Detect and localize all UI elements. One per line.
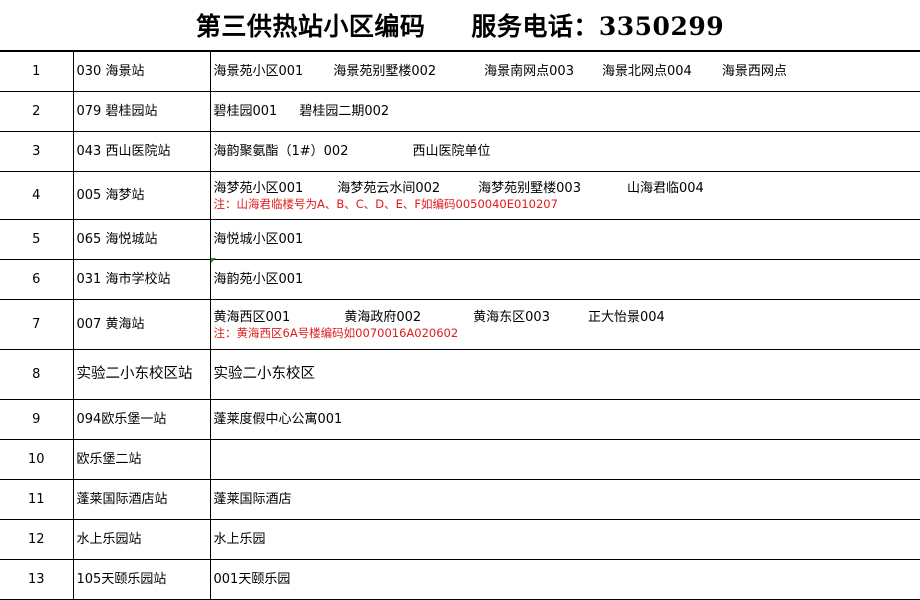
table-row: 6 031 海市学校站 海韵苑小区001: [0, 259, 920, 300]
row-number-cell[interactable]: 1: [0, 51, 74, 92]
table-row: 2 079 碧桂园站 碧桂园001 碧桂园二期002: [0, 91, 920, 132]
area-code-item: 碧桂园001: [213, 104, 278, 119]
area-list: 001天颐乐园: [214, 571, 918, 588]
area-code-item: 黄海东区003: [473, 310, 550, 325]
table-row: 4 005 海梦站 海梦苑小区001 海梦苑云水间002 海梦苑别墅楼003 山海君临00…: [0, 171, 920, 220]
area-list: 蓬莱度假中心公寓001: [214, 411, 918, 428]
row-number-cell[interactable]: 6: [0, 259, 74, 300]
area-code-item: 西山医院单位: [412, 144, 491, 159]
station-cell[interactable]: 105天颐乐园站: [72, 559, 211, 600]
area-list: 黄海西区001 黄海政府002 黄海东区003 正大怡景004: [214, 309, 918, 326]
station-cell[interactable]: 043 西山医院站: [72, 131, 211, 172]
table-row: 3 043 西山医院站 海韵聚氨酯（1#）002 西山医院单位: [0, 131, 920, 172]
area-code-item: 海景南网点003: [484, 64, 574, 79]
area-list: 水上乐园: [214, 531, 918, 548]
station-cell[interactable]: 欧乐堡二站: [72, 439, 211, 480]
table-row: 5 065 海悦城站 海悦城小区001: [0, 219, 920, 260]
sheet-title: 第三供热站小区编码: [195, 12, 426, 41]
area-code-item: 海梦苑小区001: [213, 181, 304, 196]
spreadsheet: 第三供热站小区编码 服务电话：3350299 1 030 海景站 海景苑小区001 海…: [0, 0, 920, 600]
area-list: 海韵聚氨酯（1#）002 西山医院单位: [214, 143, 918, 160]
sheet-title-row[interactable]: 第三供热站小区编码 服务电话：3350299: [0, 0, 920, 51]
area-code-item: 水上乐园: [213, 532, 266, 547]
row-number-cell[interactable]: 13: [0, 559, 74, 600]
area-code-item: 黄海政府002: [344, 310, 422, 325]
station-cell[interactable]: 实验二小东校区站: [72, 349, 211, 400]
station-cell[interactable]: 094欧乐堡一站: [72, 399, 211, 440]
row-number-cell[interactable]: 3: [0, 131, 74, 172]
area-list: 海梦苑小区001 海梦苑云水间002 海梦苑别墅楼003 山海君临004: [214, 180, 918, 197]
area-code-item: 海景西网点: [721, 64, 787, 79]
area-codes-cell[interactable]: [209, 439, 920, 480]
row-number-cell[interactable]: 9: [0, 399, 74, 440]
area-code-item: 海梦苑别墅楼003: [478, 181, 581, 196]
area-list: 海韵苑小区001: [214, 271, 918, 288]
area-codes-cell[interactable]: 海梦苑小区001 海梦苑云水间002 海梦苑别墅楼003 山海君临004 注：山海君临楼…: [209, 171, 920, 220]
table-row: 11 蓬莱国际酒店站 蓬莱国际酒店: [0, 479, 920, 520]
area-code-item: 正大怡景004: [587, 310, 665, 325]
area-list: 蓬莱国际酒店: [214, 491, 918, 508]
table-row: 1 030 海景站 海景苑小区001 海景苑别墅楼002 海景南网点003 海景北网点00…: [0, 51, 920, 92]
row-number-cell[interactable]: 12: [0, 519, 74, 560]
table-row: 7 007 黄海站 黄海西区001 黄海政府002 黄海东区003 正大怡景004 注：黄海…: [0, 299, 920, 350]
table-row: 8 实验二小东校区站 实验二小东校区: [0, 349, 920, 400]
row-number-cell[interactable]: 5: [0, 219, 74, 260]
area-code-item: 海景苑别墅楼002: [333, 64, 437, 79]
table-row: 13 105天颐乐园站 001天颐乐园: [0, 559, 920, 600]
area-list: 实验二小东校区: [214, 366, 918, 383]
area-code-item: 蓬莱度假中心公寓001: [213, 412, 343, 427]
table-row: 12 水上乐园站 水上乐园: [0, 519, 920, 560]
table-body: 1 030 海景站 海景苑小区001 海景苑别墅楼002 海景南网点003 海景北网点00…: [0, 51, 920, 600]
area-codes-cell[interactable]: 001天颐乐园: [209, 559, 920, 600]
row-number-cell[interactable]: 10: [0, 439, 74, 480]
area-codes-cell[interactable]: 海景苑小区001 海景苑别墅楼002 海景南网点003 海景北网点004 海景西网点: [209, 51, 920, 92]
area-codes-cell[interactable]: 水上乐园: [209, 519, 920, 560]
area-code-item: 实验二小东校区: [213, 366, 316, 382]
area-code-item: 蓬莱国际酒店: [213, 492, 292, 507]
area-codes-cell[interactable]: 海韵聚氨酯（1#）002 西山医院单位: [209, 131, 920, 172]
area-codes-cell[interactable]: 实验二小东校区: [209, 349, 920, 400]
area-list: 海悦城小区001: [214, 231, 918, 248]
area-code-item: 山海君临004: [626, 181, 704, 196]
row-number-cell[interactable]: 4: [0, 171, 74, 220]
row-number-cell[interactable]: 8: [0, 349, 74, 400]
area-list: 海景苑小区001 海景苑别墅楼002 海景南网点003 海景北网点004 海景西网点: [214, 63, 918, 80]
area-codes-cell[interactable]: 黄海西区001 黄海政府002 黄海东区003 正大怡景004 注：黄海西区6A号楼编码…: [209, 299, 920, 350]
station-cell[interactable]: 蓬莱国际酒店站: [72, 479, 211, 520]
area-code-item: 海景北网点004: [601, 64, 692, 79]
row-number-cell[interactable]: 7: [0, 299, 74, 350]
comment-marker-icon: [211, 258, 216, 263]
area-codes-cell[interactable]: 碧桂园001 碧桂园二期002: [209, 91, 920, 132]
area-codes-cell[interactable]: 蓬莱度假中心公寓001: [209, 399, 920, 440]
station-cell[interactable]: 030 海景站: [72, 51, 211, 92]
area-code-item: 黄海西区001: [213, 310, 291, 325]
row-number-cell[interactable]: 2: [0, 91, 74, 132]
station-code-table: 1 030 海景站 海景苑小区001 海景苑别墅楼002 海景南网点003 海景北网点00…: [0, 51, 920, 600]
station-cell[interactable]: 079 碧桂园站: [72, 91, 211, 132]
area-codes-cell[interactable]: 蓬莱国际酒店: [209, 479, 920, 520]
area-code-item: 海韵聚氨酯（1#）002: [213, 144, 349, 159]
table-row: 9 094欧乐堡一站 蓬莱度假中心公寓001: [0, 399, 920, 440]
area-code-item: 海韵苑小区001: [213, 272, 304, 287]
area-codes-cell[interactable]: 海韵苑小区001: [209, 259, 920, 300]
encoding-note: 注：黄海西区6A号楼编码如0070016A020602: [213, 326, 459, 340]
station-cell[interactable]: 031 海市学校站: [72, 259, 211, 300]
service-phone: 服务电话：3350299: [471, 12, 725, 41]
area-codes-cell[interactable]: 海悦城小区001: [209, 219, 920, 260]
area-code-item: 海景苑小区001: [213, 64, 304, 79]
area-list: 碧桂园001 碧桂园二期002: [214, 103, 918, 120]
area-code-item: 001天颐乐园: [213, 572, 291, 587]
encoding-note: 注：山海君临楼号为A、B、C、D、E、F如编码0050040E010207: [213, 197, 558, 211]
area-code-item: 海悦城小区001: [213, 232, 304, 247]
area-code-item: 海梦苑云水间002: [337, 181, 441, 196]
station-cell[interactable]: 065 海悦城站: [72, 219, 211, 260]
station-cell[interactable]: 水上乐园站: [72, 519, 211, 560]
area-code-item: 碧桂园二期002: [299, 104, 390, 119]
table-row: 10 欧乐堡二站: [0, 439, 920, 480]
station-cell[interactable]: 005 海梦站: [72, 171, 211, 220]
row-number-cell[interactable]: 11: [0, 479, 74, 520]
station-cell[interactable]: 007 黄海站: [72, 299, 211, 350]
